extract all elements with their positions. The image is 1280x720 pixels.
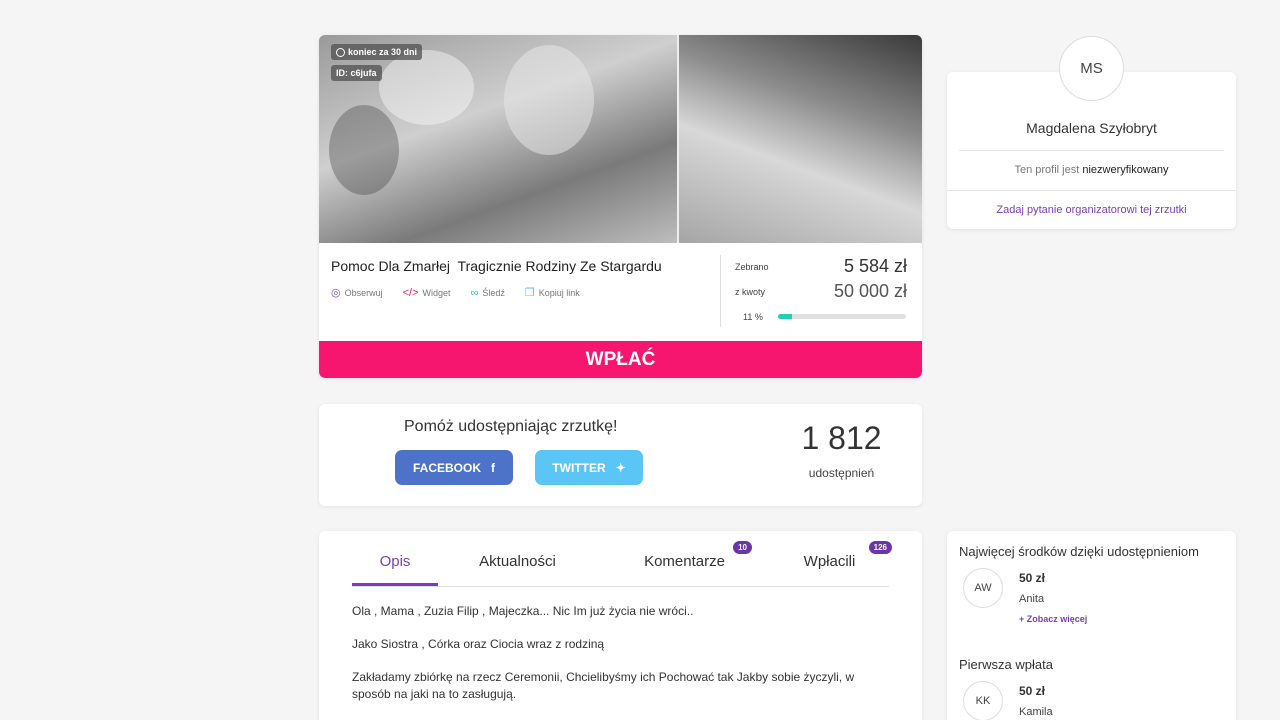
description-paragraph: Zakładamy zbiórkę na rzecz Ceremonii, Ch… — [352, 670, 855, 701]
comments-count-badge: 10 — [733, 541, 752, 554]
collected-label: Zebrano — [735, 262, 769, 272]
collected-amount: 5 584 zł — [843, 256, 907, 276]
eye-icon: ◎ — [331, 287, 341, 299]
clock-icon — [336, 47, 345, 57]
description-paragraph: Jako Siostra , Córka oraz Ciocia wraz z … — [352, 637, 605, 651]
avatar: AW — [963, 568, 1003, 608]
facebook-share-button[interactable]: FACEBOOK f — [395, 450, 513, 485]
campaign-actions: ◎ Obserwuj </> Widget ∞ Śledź ❐ Kopiuj l… — [331, 286, 580, 300]
verification-status: Ten profil jest niezweryfikowany — [947, 164, 1236, 176]
photo-shape — [504, 45, 594, 155]
payers-count-badge: 126 — [868, 541, 892, 554]
link-icon: ∞ — [470, 286, 479, 299]
top-share-amount: 50 zł — [1019, 571, 1046, 585]
progress-fill — [778, 314, 793, 319]
facebook-label: FACEBOOK — [412, 460, 481, 475]
ask-organizer-link[interactable]: Zadaj pytanie organizatorowi tej zrzutki — [947, 204, 1236, 216]
widget-label: Widget — [422, 287, 451, 298]
widget-action[interactable]: </> Widget — [403, 286, 451, 299]
top-supporters-card: Najwięcej środków dzięki udostępnieniom … — [947, 531, 1236, 720]
divider — [947, 190, 1236, 191]
description-card: Opis Aktualności Komentarze 10 Wpłacili … — [319, 531, 922, 720]
organizer-avatar[interactable]: MS — [1059, 36, 1124, 101]
avatar: KK — [963, 681, 1003, 720]
donate-button[interactable]: WPŁAĆ — [319, 341, 922, 378]
goal-amount: 50 000 zł — [833, 281, 907, 301]
track-action[interactable]: ∞ Śledź — [471, 286, 505, 299]
campaign-id-badge: ID: c6jufa — [331, 65, 382, 81]
first-payment-heading: Pierwsza wpłata — [959, 657, 1053, 672]
share-card: Pomóż udostępniając zrzutkę! FACEBOOK f … — [319, 404, 922, 506]
follow-action[interactable]: ◎ Obserwuj — [331, 286, 383, 299]
share-count: 1 812 — [801, 420, 882, 456]
end-date-badge: koniec za 30 dni — [331, 44, 423, 60]
divider — [959, 150, 1224, 151]
campaign-title: Pomoc Dla Zmarłej Tragicznie Rodziny Ze … — [331, 258, 662, 274]
top-share-name: Anita — [1019, 593, 1045, 605]
description-paragraph: Ola , Mama , Zuzia Filip , Majeczka... N… — [352, 604, 694, 618]
organizer-name[interactable]: Magdalena Szyłobryt — [947, 120, 1236, 136]
first-payment-amount: 50 zł — [1019, 684, 1046, 698]
follow-label: Obserwuj — [344, 287, 383, 298]
twitter-label: TWITTER — [552, 460, 606, 475]
copy-link-action[interactable]: ❐ Kopiuj link — [525, 286, 580, 299]
facebook-icon: f — [491, 460, 495, 475]
campaign-photo[interactable] — [319, 35, 922, 243]
stats-divider — [720, 255, 721, 327]
progress-percent: 11 % — [743, 312, 763, 322]
end-date-text: koniec za 30 dni — [348, 47, 418, 57]
photo-shape — [329, 105, 399, 195]
tab-description[interactable]: Opis — [352, 553, 438, 586]
share-title: Pomóż udostępniając zrzutkę! — [404, 418, 618, 435]
photo-shape — [379, 50, 474, 125]
first-payment-name: Kamila — [1019, 706, 1053, 718]
copy-link-label: Kopiuj link — [538, 287, 580, 298]
twitter-icon: ✦ — [615, 460, 626, 475]
track-label: Śledź — [482, 287, 505, 298]
copy-icon: ❐ — [524, 287, 535, 299]
tab-payers-label: Wpłacili — [803, 553, 856, 570]
tab-payers[interactable]: Wpłacili 126 — [782, 541, 892, 586]
tab-comments[interactable]: Komentarze 10 — [627, 541, 752, 586]
verification-prefix: Ten profil jest — [1014, 164, 1083, 176]
share-count-label: udostępnień — [808, 466, 875, 480]
tab-comments-label: Komentarze — [644, 553, 725, 570]
verification-value: niezweryfikowany — [1082, 164, 1169, 176]
see-more-link[interactable]: + Zobacz więcej — [1019, 614, 1087, 624]
tab-bar: Opis Aktualności Komentarze 10 Wpłacili … — [352, 541, 892, 587]
top-share-heading: Najwięcej środków dzięki udostępnieniom — [959, 544, 1199, 559]
twitter-share-button[interactable]: TWITTER ✦ — [535, 450, 643, 485]
campaign-id-text: ID: c6jufa — [336, 68, 377, 78]
code-icon: </> — [402, 286, 419, 299]
goal-label: z kwoty — [735, 287, 766, 297]
campaign-card: koniec za 30 dni ID: c6jufa Pomoc Dla Zm… — [319, 35, 922, 378]
progress-bar — [778, 314, 906, 319]
tab-updates[interactable]: Aktualności — [460, 553, 575, 586]
photo-right — [677, 35, 922, 243]
